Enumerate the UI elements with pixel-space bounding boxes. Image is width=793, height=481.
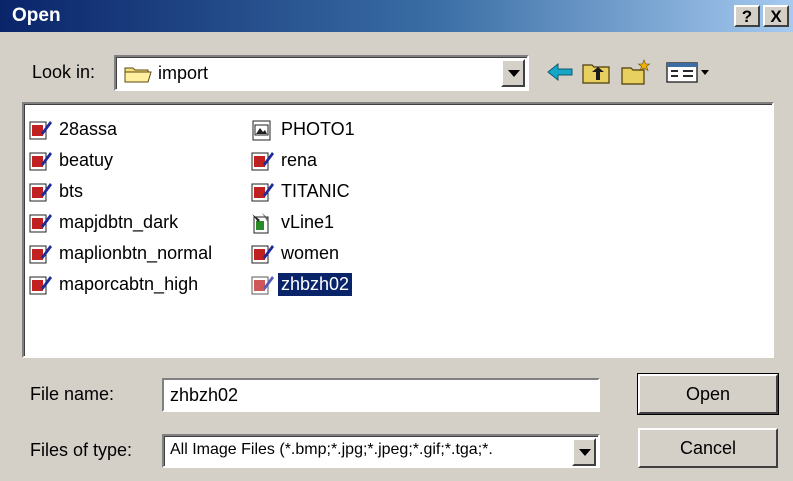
file-type-dropdown-button[interactable]: [572, 438, 596, 466]
open-dialog: Open ? X Look in: import 28assa beatuy b…: [0, 0, 793, 481]
file-item[interactable]: rena: [250, 145, 358, 176]
vector-file-icon: [252, 212, 269, 233]
file-name: 28assa: [59, 119, 118, 139]
look-in-dropdown-button[interactable]: [501, 59, 525, 87]
file-name: beatuy: [59, 150, 114, 170]
title-bar[interactable]: Open ? X: [0, 0, 793, 32]
image-file-icon: [29, 120, 52, 139]
up-one-level-icon[interactable]: [581, 58, 613, 86]
back-arrow-icon[interactable]: [544, 58, 576, 86]
file-item[interactable]: maporcabtn_high: [28, 269, 215, 300]
file-name: maporcabtn_high: [59, 274, 199, 294]
image-file-icon: [29, 151, 52, 170]
file-name: rena: [281, 150, 318, 170]
look-in-value: import: [158, 63, 209, 83]
file-name-input[interactable]: [162, 378, 600, 412]
file-item[interactable]: mapjdbtn_dark: [28, 207, 215, 238]
file-item[interactable]: women: [250, 238, 358, 269]
file-type-label: Files of type:: [30, 440, 133, 460]
image-file-icon: [29, 275, 52, 294]
file-item[interactable]: vLine1: [250, 207, 358, 238]
help-button[interactable]: ?: [734, 5, 760, 27]
file-name: mapjdbtn_dark: [59, 212, 179, 232]
file-name: zhbzh02: [278, 273, 353, 296]
image-file-icon: [29, 213, 52, 232]
folder-icon: [124, 67, 152, 83]
cancel-button[interactable]: Cancel: [638, 428, 778, 468]
chevron-down-icon: [508, 70, 520, 77]
new-folder-icon[interactable]: [620, 58, 652, 86]
file-item[interactable]: bts: [28, 176, 215, 207]
chevron-down-icon: [579, 449, 591, 456]
close-button[interactable]: X: [763, 5, 789, 27]
look-in-dropdown[interactable]: import: [114, 55, 529, 91]
file-item[interactable]: 28assa: [28, 114, 215, 145]
file-type-dropdown[interactable]: All Image Files (*.bmp;*.jpg;*.jpeg;*.gi…: [162, 434, 600, 468]
file-name: maplionbtn_normal: [59, 243, 213, 263]
image-file-icon: [251, 244, 274, 263]
file-column-2: PHOTO1 rena TITANIC vLine1 women zhbzh02: [250, 114, 358, 300]
file-item-selected[interactable]: zhbzh02: [250, 269, 358, 300]
photo-file-icon: [252, 120, 271, 140]
file-item[interactable]: PHOTO1: [250, 114, 358, 145]
dialog-title: Open: [12, 5, 61, 26]
open-button[interactable]: Open: [637, 373, 779, 415]
look-in-label: Look in:: [32, 62, 96, 82]
file-list[interactable]: 28assa beatuy bts mapjdbtn_dark maplionb…: [22, 102, 774, 358]
image-file-icon: [251, 275, 274, 294]
image-file-icon: [29, 182, 52, 201]
file-column-1: 28assa beatuy bts mapjdbtn_dark maplionb…: [28, 114, 215, 300]
file-item[interactable]: TITANIC: [250, 176, 358, 207]
file-item[interactable]: beatuy: [28, 145, 215, 176]
file-name: PHOTO1: [281, 119, 355, 139]
image-file-icon: [251, 151, 274, 170]
file-name: women: [281, 243, 340, 263]
file-name: vLine1: [281, 212, 335, 232]
file-item[interactable]: maplionbtn_normal: [28, 238, 215, 269]
views-menu-icon[interactable]: [664, 58, 712, 86]
file-name-label: File name:: [30, 384, 115, 404]
file-name: bts: [59, 181, 84, 201]
file-name: TITANIC: [281, 181, 350, 201]
image-file-icon: [251, 182, 274, 201]
file-type-value: All Image Files (*.bmp;*.jpg;*.jpeg;*.gi…: [170, 441, 493, 458]
image-file-icon: [29, 244, 52, 263]
